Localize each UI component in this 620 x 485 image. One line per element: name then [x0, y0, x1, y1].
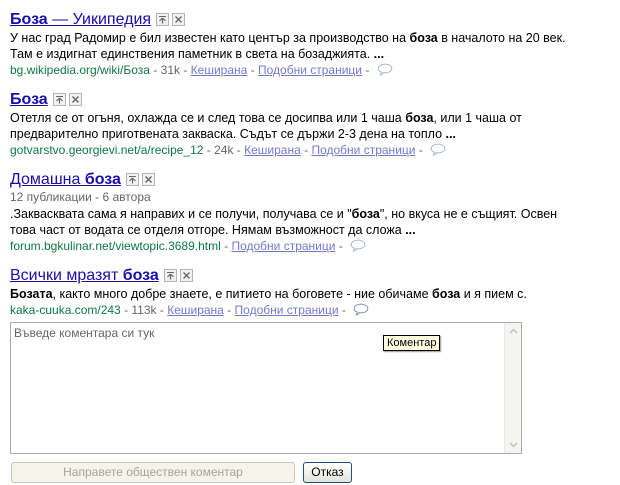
search-result: Боза — Уикипедия У нас град Радомир е би…: [10, 10, 570, 80]
result-title-link[interactable]: Боза — Уикипедия: [10, 11, 151, 29]
comment-bubble-icon[interactable]: [377, 63, 393, 80]
result-title-row: Всички мразят боза: [10, 266, 570, 285]
result-url: forum.bgkulinar.net/viewtopic.3689.html: [10, 239, 221, 253]
result-title-link[interactable]: Домашна боза: [10, 171, 121, 189]
result-snippet: Бозата, както много добре знаете, е пити…: [10, 287, 527, 301]
comment-bubble-icon[interactable]: [350, 239, 366, 256]
comment-bubble-icon[interactable]: [430, 143, 446, 160]
promote-icon[interactable]: [125, 173, 139, 186]
result-meta: 12 публикации - 6 автора: [10, 190, 151, 204]
result-url-line: gotvarstvo.georgievi.net/a/recipe_12 - 2…: [10, 142, 570, 160]
comment-box: [10, 322, 522, 454]
result-url-line: forum.bgkulinar.net/viewtopic.3689.html …: [10, 238, 570, 256]
remove-icon[interactable]: [172, 13, 186, 26]
similar-pages-link[interactable]: Подобни страници: [258, 63, 362, 77]
search-result: Домашна боза 12 публикации - 6 автора .З…: [10, 170, 570, 256]
result-title-row: Домашна боза: [10, 170, 570, 189]
search-result: Боза Отетля се от огъня, охлажда се и сл…: [10, 90, 570, 160]
comment-scrollbar[interactable]: [504, 323, 521, 453]
search-result: Всички мразят боза Бозата, както много д…: [10, 266, 570, 320]
result-url-line: kaka-cuuka.com/243 - 113k - Кеширана - П…: [10, 302, 570, 320]
similar-pages-link[interactable]: Подобни страници: [235, 303, 339, 317]
search-results-page: Боза — Уикипедия У нас град Радомир е би…: [0, 0, 620, 485]
result-title-link[interactable]: Всички мразят боза: [10, 267, 159, 285]
cancel-button[interactable]: Отказ: [303, 462, 352, 483]
comment-tooltip: Коментар: [383, 335, 441, 351]
result-url-line: bg.wikipedia.org/wiki/Боза - 31k - Кешир…: [10, 62, 570, 80]
result-snippet: Отетля се от огъня, охлажда се и след то…: [10, 111, 522, 141]
scroll-up-icon[interactable]: [505, 323, 521, 339]
similar-pages-link[interactable]: Подобни страници: [311, 143, 415, 157]
result-title-row: Боза — Уикипедия: [10, 10, 570, 29]
remove-icon[interactable]: [141, 173, 155, 186]
comment-bubble-icon[interactable]: [353, 303, 369, 320]
result-url: bg.wikipedia.org/wiki/Боза: [10, 63, 150, 77]
cached-link[interactable]: Кеширана: [191, 63, 248, 77]
result-snippet: .Заквасквата сама я направих и се получи…: [10, 207, 558, 237]
cached-link[interactable]: Кеширана: [244, 143, 301, 157]
result-title-row: Боза: [10, 90, 570, 109]
public-comment-button[interactable]: Направете обществен коментар: [11, 462, 295, 483]
scroll-down-icon[interactable]: [505, 437, 521, 453]
result-url: gotvarstvo.georgievi.net/a/recipe_12: [10, 143, 204, 157]
result-title-link[interactable]: Боза: [10, 91, 48, 109]
result-url: kaka-cuuka.com/243: [10, 303, 121, 317]
promote-icon[interactable]: [52, 93, 66, 106]
similar-pages-link[interactable]: Подобни страници: [231, 239, 335, 253]
promote-icon[interactable]: [156, 13, 170, 26]
remove-icon[interactable]: [68, 93, 82, 106]
remove-icon[interactable]: [179, 269, 193, 282]
cached-link[interactable]: Кеширана: [167, 303, 224, 317]
result-snippet: У нас град Радомир е бил известен като ц…: [10, 31, 566, 61]
promote-icon[interactable]: [163, 269, 177, 282]
